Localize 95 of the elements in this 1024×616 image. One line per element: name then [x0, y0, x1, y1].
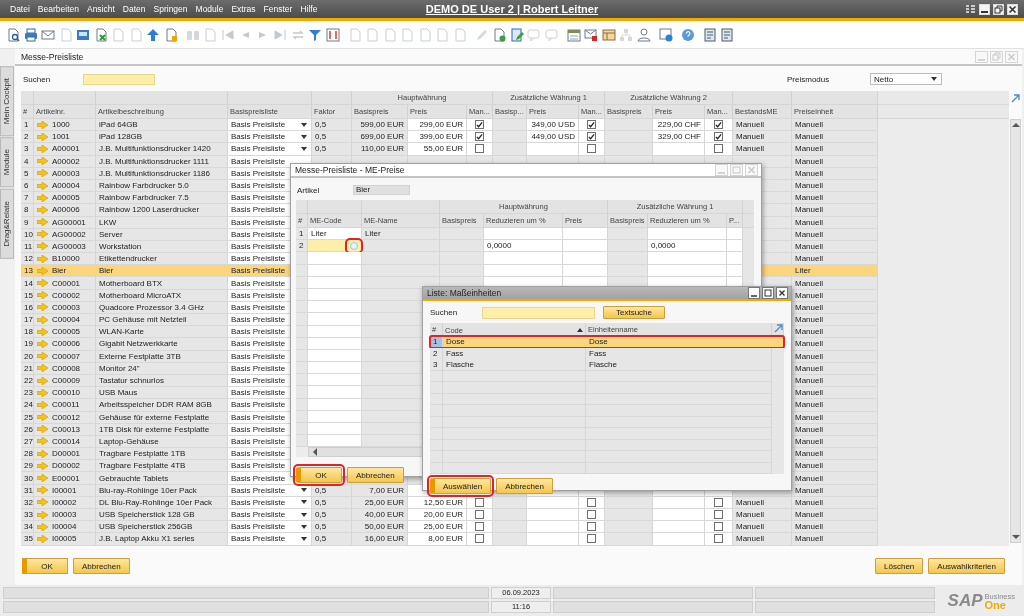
item-code: C00003	[52, 301, 81, 313]
table-cell: 21	[21, 362, 34, 375]
table-cell: 31	[21, 484, 34, 497]
table-cell: 399,00 EUR	[408, 131, 467, 144]
item-code: C00010	[52, 387, 81, 399]
table-cell: 15	[21, 289, 34, 302]
item-code: A00006	[52, 204, 80, 216]
table-cell: 35	[21, 533, 34, 546]
item-code: Bier	[52, 265, 67, 277]
item-code: A00005	[52, 192, 80, 204]
table-cell: 229,00 CHF	[653, 119, 705, 132]
table-cell: Manuell	[733, 533, 792, 546]
item-code: C00001	[52, 277, 81, 289]
window-title: DEMO DE User 2 | Robert Leitner	[425, 3, 599, 15]
table-cell: 19	[21, 338, 34, 351]
item-code: C00013	[52, 423, 81, 435]
table-cell: Gigabit Netzwerkkarte	[96, 338, 228, 351]
table-cell: Blu-ray-Rohlinge 10er Pack	[96, 484, 228, 497]
logo-text: SAP	[947, 590, 983, 611]
table-cell: Monitor 24"	[96, 362, 228, 375]
item-code: C00011	[52, 399, 80, 411]
table-cell: J.B. Multifunktionsdrucker 1111	[96, 155, 228, 168]
dialog-title: Liste: Maßeinheiten	[427, 288, 502, 298]
item-code: C00009	[52, 375, 81, 387]
table-cell: 449,00 USD	[527, 131, 579, 144]
table-cell: 1TB Disk für externe Festplatte	[96, 423, 228, 436]
item-code: AG00001	[52, 216, 86, 228]
item-code: D00002	[52, 460, 81, 472]
table-cell: 20	[21, 350, 34, 363]
item-code: C00008	[52, 362, 81, 374]
table-cell: Manuell	[733, 143, 792, 156]
article-field: Bier	[353, 185, 410, 195]
table-cell: 9	[21, 216, 34, 229]
table-cell: Gehäuse für externe Festplatte	[96, 411, 228, 424]
table-cell: 299,00 EUR	[408, 119, 467, 132]
table-cell: Externe Festplatte 3TB	[96, 350, 228, 363]
item-code: C00006	[52, 338, 81, 350]
table-cell: Motherboard BTX	[96, 277, 228, 290]
table-cell: Server	[96, 228, 228, 241]
table-cell: 5	[21, 167, 34, 180]
item-code: C00002	[52, 289, 81, 301]
item-code: C00005	[52, 326, 81, 338]
item-code: A00001	[52, 143, 80, 155]
item-code: 1000	[52, 119, 70, 131]
table-cell: Gebrauchte Tablets	[96, 472, 228, 485]
table-cell: 26	[21, 423, 34, 436]
price-mode-label: Preismodus	[787, 74, 831, 84]
item-code: C00004	[52, 314, 81, 326]
item-code: I00001	[52, 484, 77, 496]
table-cell: 25	[21, 411, 34, 424]
item-code: I00005	[52, 533, 77, 545]
item-code: 1001	[52, 131, 70, 143]
item-code: A00003	[52, 167, 80, 179]
table-cell: Motherboard MicroATX	[96, 289, 228, 302]
table-cell: LKW	[96, 216, 228, 229]
item-code: C00007	[52, 350, 81, 362]
search-label: Suchen	[23, 74, 52, 84]
item-code: C00014	[52, 435, 81, 447]
table-cell: Rainbow 1200 Laserdrucker	[96, 204, 228, 217]
table-cell: J.B. Laptop Akku X1 series	[96, 533, 228, 546]
table-cell: 0,5	[312, 143, 352, 156]
table-cell: 3	[21, 143, 34, 156]
table-cell: 14	[21, 277, 34, 290]
table-cell: 0,0000	[648, 240, 727, 253]
item-code: AG00003	[52, 240, 86, 252]
search-label: Suchen	[430, 308, 459, 317]
item-code: I00004	[52, 521, 77, 533]
table-cell: 20,00 EUR	[408, 509, 467, 522]
table-cell: 1	[430, 336, 443, 348]
table-cell: 349,00 USD	[527, 119, 579, 132]
table-cell: 30	[21, 472, 34, 485]
logo-text: One	[984, 600, 1006, 610]
item-code: AG00002	[52, 228, 86, 240]
table-cell: J.B. Multifunktionsdrucker 1420	[96, 143, 228, 156]
item-code: I00002	[52, 496, 77, 508]
table-cell: Arbeitsspeicher DDR RAM 8GB	[96, 399, 228, 412]
table-cell: 8,00 EUR	[408, 533, 467, 546]
table-cell: 24	[21, 399, 34, 412]
item-code: A00002	[52, 155, 80, 167]
item-code: C00012	[52, 411, 81, 423]
table-cell: 0,5	[312, 533, 352, 546]
item-code: D00001	[52, 448, 81, 460]
table-cell: 25,00 EUR	[408, 521, 467, 534]
table-cell: 329,00 CHF	[653, 131, 705, 144]
table-cell: 8	[21, 204, 34, 217]
table-cell: J.B. Multifunktionsdrucker 1186	[96, 167, 228, 180]
item-code: A00004	[52, 180, 80, 192]
table-cell: 0,0000	[484, 240, 563, 253]
item-code: E00001	[52, 472, 80, 484]
item-code: I00003	[52, 509, 77, 521]
window-title: Messe-Preisliste	[21, 51, 84, 62]
table-cell: 55,00 EUR	[408, 143, 467, 156]
table-cell: 10	[21, 228, 34, 241]
item-code: B10000	[52, 253, 80, 265]
table-cell: 4	[21, 155, 34, 168]
